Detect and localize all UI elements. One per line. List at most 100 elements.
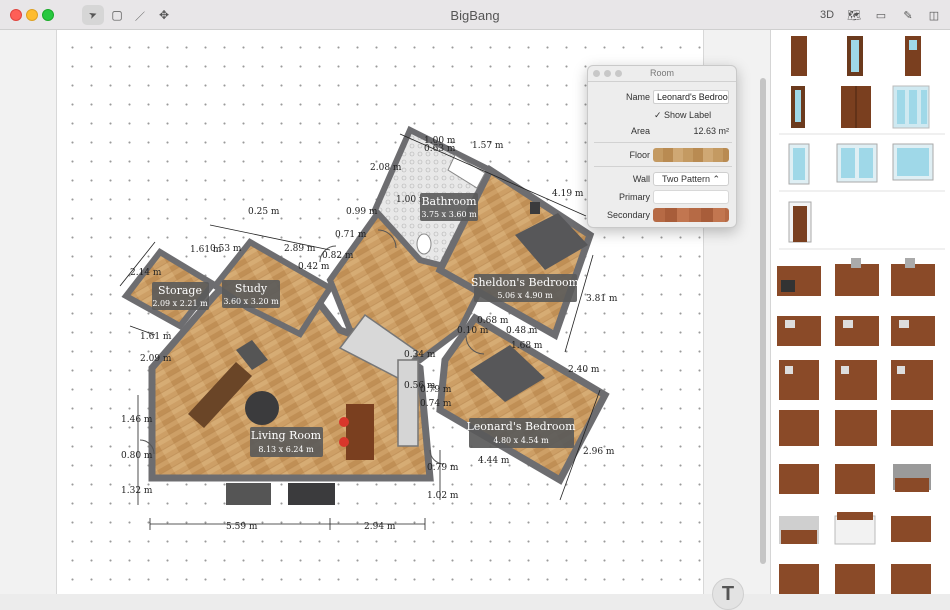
canvas-scrollbar[interactable] bbox=[760, 78, 766, 564]
room-name-field[interactable]: Leonard's Bedroom bbox=[653, 90, 729, 104]
ruler-icon[interactable]: ▭ bbox=[871, 6, 891, 24]
library-item-counter-white bbox=[834, 515, 876, 545]
room-label-study: Study 3.60 x 3.20 m bbox=[222, 280, 280, 308]
room-inspector-panel: Room Name Leonard's Bedroom ✓ Show Label… bbox=[587, 65, 737, 228]
svg-text:Bathroom: Bathroom bbox=[421, 195, 477, 208]
svg-text:0.25 m: 0.25 m bbox=[248, 207, 280, 217]
svg-text:0.74 m: 0.74 m bbox=[420, 399, 452, 409]
svg-text:3.81 m: 3.81 m bbox=[586, 294, 618, 304]
svg-text:2.94 m: 2.94 m bbox=[364, 522, 396, 532]
show-label-checkbox[interactable]: ✓ Show Label bbox=[654, 110, 711, 121]
show-label-row: ✓ Show Label bbox=[588, 107, 738, 123]
svg-text:1.57 m: 1.57 m bbox=[472, 141, 504, 151]
inspector-close-button[interactable] bbox=[593, 70, 600, 77]
library-item-kitchen-11 bbox=[835, 410, 877, 446]
svg-text:0.82 m: 0.82 m bbox=[322, 251, 354, 261]
wall-label: Wall bbox=[632, 174, 650, 184]
svg-text:5.59 m: 5.59 m bbox=[226, 522, 258, 532]
inspector-minimize-button[interactable] bbox=[604, 70, 611, 77]
svg-text:Living Room: Living Room bbox=[251, 429, 322, 442]
library-item-bar-2 bbox=[835, 564, 875, 594]
svg-text:0.99 m: 0.99 m bbox=[346, 207, 378, 217]
library-item-kitchen-12 bbox=[891, 410, 933, 446]
dining-table bbox=[346, 404, 374, 460]
toilet bbox=[416, 233, 432, 255]
library-item-kitchen-6 bbox=[891, 316, 935, 346]
svg-text:0.68 m: 0.68 m bbox=[477, 316, 509, 326]
primary-swatch[interactable] bbox=[653, 190, 729, 204]
secondary-swatch[interactable] bbox=[653, 208, 729, 222]
svg-text:0.34 m: 0.34 m bbox=[404, 350, 436, 360]
inspector-zoom-button[interactable] bbox=[615, 70, 622, 77]
svg-text:0.80 m: 0.80 m bbox=[121, 451, 153, 461]
door-items bbox=[791, 36, 930, 129]
svg-text:Study: Study bbox=[235, 282, 268, 295]
sidebar-toggle-icon[interactable]: ◫ bbox=[924, 6, 944, 24]
svg-text:0.10 m: 0.10 m bbox=[457, 326, 489, 336]
title-bar: ➤ ▢ ／ ✥ BigBang 3D 🗺 ▭ ✎ ◫ bbox=[0, 0, 950, 30]
floor-label: Floor bbox=[629, 150, 650, 160]
library-item-kitchen-2 bbox=[835, 264, 879, 296]
kitchen-items bbox=[777, 258, 935, 594]
svg-text:0.48 m: 0.48 m bbox=[506, 326, 538, 336]
library-item-kitchen-10 bbox=[779, 410, 819, 446]
media-console bbox=[288, 483, 335, 505]
window-title: BigBang bbox=[450, 8, 500, 23]
show-label-text: Show Label bbox=[664, 110, 712, 120]
floor-row: Floor bbox=[588, 147, 738, 163]
nightstand bbox=[530, 202, 540, 214]
3d-view-button[interactable]: 3D bbox=[817, 6, 837, 24]
svg-text:0.71 m: 0.71 m bbox=[335, 230, 367, 240]
object-library-panel bbox=[770, 30, 950, 594]
library-item-bar-1 bbox=[779, 564, 819, 594]
paint-brush-icon[interactable]: ✎ bbox=[898, 6, 918, 24]
tv-unit bbox=[226, 483, 271, 505]
library-item-kitchen-14 bbox=[835, 464, 875, 494]
svg-text:1.61 m: 1.61 m bbox=[140, 332, 172, 342]
library-item-kitchen-5 bbox=[835, 316, 879, 346]
select-arrows-icon: ⌃ bbox=[712, 174, 721, 184]
wall-pattern-select[interactable]: Two Pattern ⌃ bbox=[653, 172, 729, 186]
svg-text:3.60 x 3.20 m: 3.60 x 3.20 m bbox=[223, 297, 279, 306]
separator bbox=[594, 142, 732, 143]
text-tool-button[interactable]: T bbox=[712, 578, 744, 610]
svg-text:2.89 m: 2.89 m bbox=[284, 244, 316, 254]
svg-text:2.09 x 2.21 m: 2.09 x 2.21 m bbox=[152, 299, 208, 308]
door-swing bbox=[429, 449, 445, 465]
library-items[interactable] bbox=[771, 30, 950, 594]
svg-text:5.06 x 4.90 m: 5.06 x 4.90 m bbox=[497, 291, 553, 300]
map-icon[interactable]: 🗺 bbox=[844, 6, 864, 24]
room-label-living-room: Living Room 8.13 x 6.24 m bbox=[250, 427, 323, 457]
library-item-kitchen-3 bbox=[891, 264, 935, 296]
text-tool-icon: T bbox=[721, 582, 735, 605]
svg-text:1.68 m: 1.68 m bbox=[511, 341, 543, 351]
wall-row: Wall Two Pattern ⌃ bbox=[588, 171, 738, 187]
area-value: 12.63 m² bbox=[693, 126, 729, 136]
library-item-table bbox=[891, 516, 931, 542]
primary-row: Primary bbox=[588, 189, 738, 205]
svg-text:4.19 m: 4.19 m bbox=[552, 189, 584, 199]
room-label-storage: Storage 2.09 x 2.21 m bbox=[152, 282, 209, 310]
svg-text:Storage: Storage bbox=[158, 284, 202, 297]
svg-text:2.96 m: 2.96 m bbox=[583, 447, 615, 457]
primary-label: Primary bbox=[619, 192, 650, 202]
area-label: Area bbox=[630, 126, 650, 136]
inspector-title-bar: Room bbox=[588, 66, 736, 82]
svg-text:0.53 m: 0.53 m bbox=[210, 244, 242, 254]
room-label-sheldons-bedroom: Sheldon's Bedroom 5.06 x 4.90 m bbox=[471, 274, 580, 302]
svg-text:0.79 m: 0.79 m bbox=[427, 463, 459, 473]
secondary-label: Secondary bbox=[606, 210, 650, 220]
chair bbox=[339, 437, 349, 447]
room-label-bathroom: Bathroom 3.75 x 3.60 m bbox=[420, 193, 478, 221]
svg-text:2.08 m: 2.08 m bbox=[370, 163, 402, 173]
round-table bbox=[245, 391, 279, 425]
svg-text:0.63 m: 0.63 m bbox=[424, 144, 456, 154]
svg-text:0.42 m: 0.42 m bbox=[298, 262, 330, 272]
room-label-leonards-bedroom: Leonard's Bedroom 4.80 x 4.54 m bbox=[466, 418, 576, 448]
svg-text:4.44 m: 4.44 m bbox=[478, 456, 510, 466]
walls-and-floors bbox=[121, 125, 610, 505]
svg-text:3.75 x 3.60 m: 3.75 x 3.60 m bbox=[421, 210, 477, 219]
svg-text:1.32 m: 1.32 m bbox=[121, 486, 153, 496]
kitchen-island-counter bbox=[397, 359, 419, 447]
floor-swatch[interactable] bbox=[653, 148, 729, 162]
